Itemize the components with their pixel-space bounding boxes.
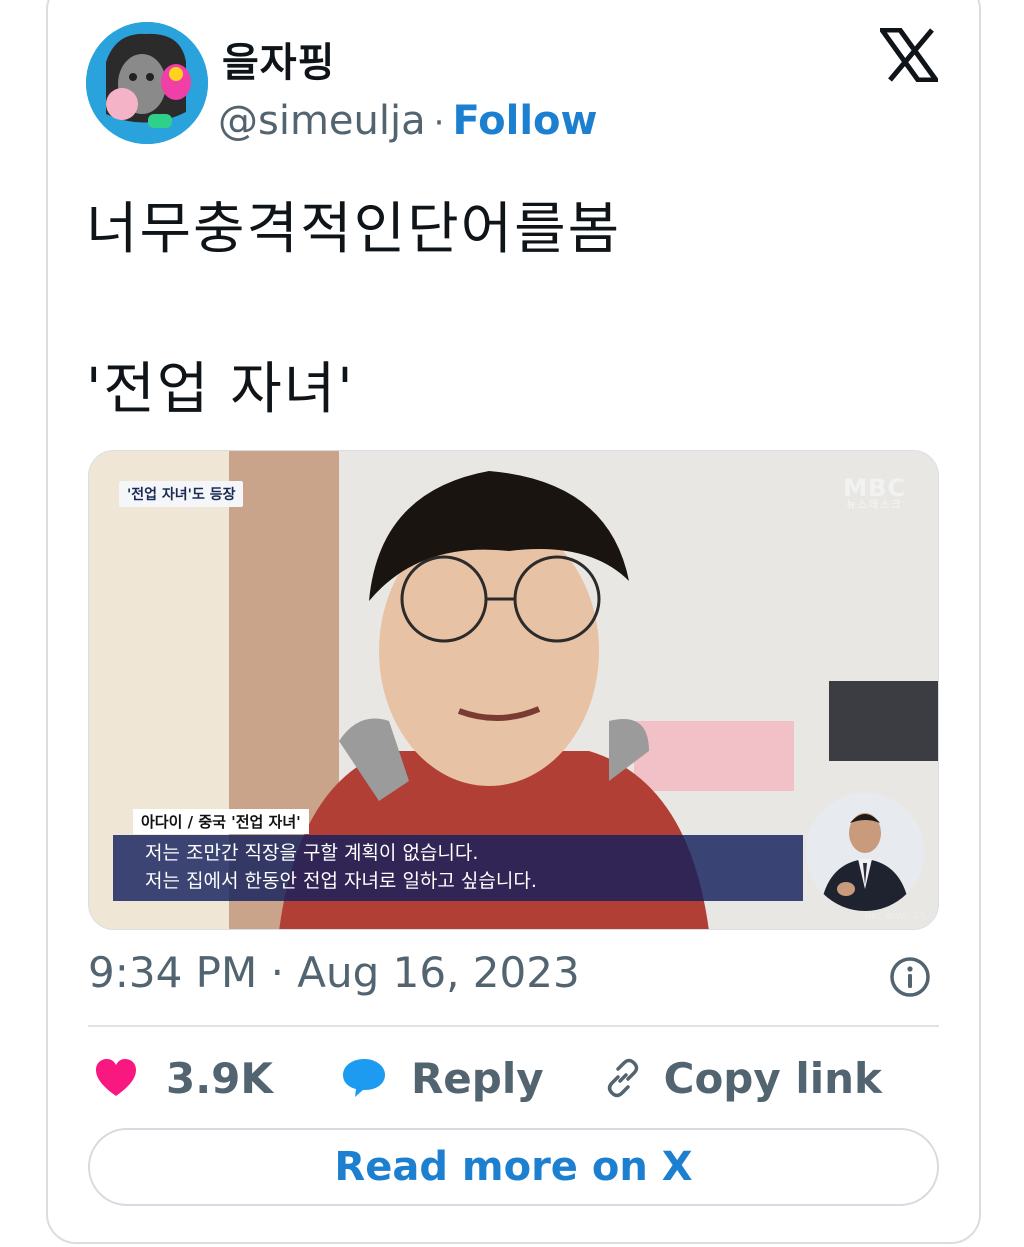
sign-language-interpreter-inset xyxy=(806,793,924,911)
copy-link-label: Copy link xyxy=(663,1053,882,1103)
caption-speaker-label: 아다이 / 중국 '전업 자녀' xyxy=(133,809,309,834)
divider xyxy=(88,1025,939,1027)
reply-bubble-icon xyxy=(342,1059,385,1097)
reply-label: Reply xyxy=(410,1053,544,1103)
handle-row: @simeulja · Follow xyxy=(218,98,597,144)
channel-logo: MBC 뉴스데스크 xyxy=(843,476,906,515)
like-count: 3.9K xyxy=(166,1053,273,1103)
tweet-media-image[interactable]: '전업 자녀'도 등장 MBC 뉴스데스크 아다이 / 중국 '전업 자녀' 저… xyxy=(88,450,939,930)
reply-button[interactable]: Reply xyxy=(341,1054,544,1103)
subtitle-line: 저는 집에서 한동안 전업 자녀로 일하고 싶습니다. xyxy=(145,870,537,892)
channel-logo-sub: 뉴스데스크 xyxy=(846,500,903,511)
tweet-timestamp[interactable]: 9:34 PM · Aug 16, 2023 xyxy=(88,948,580,997)
like-button[interactable]: 3.9K xyxy=(94,1054,273,1103)
heart-icon xyxy=(96,1059,136,1096)
read-more-button[interactable]: Read more on X xyxy=(88,1128,939,1206)
link-icon xyxy=(607,1058,638,1098)
video-top-tag: '전업 자녀'도 등장 xyxy=(119,481,244,507)
separator-dot: · xyxy=(433,103,445,143)
info-icon[interactable] xyxy=(888,955,932,999)
user-handle[interactable]: @simeulja xyxy=(218,98,426,144)
follow-button[interactable]: Follow xyxy=(452,98,597,144)
display-name[interactable]: 을자핑 xyxy=(222,30,335,88)
copy-link-button[interactable]: Copy link xyxy=(602,1054,882,1103)
tweet-text: 너무충격적인단어를봄 '전업 자녀' xyxy=(86,197,622,422)
subtitle-box: 저는 조만간 직장을 구할 계획이 없습니다. 저는 집에서 한동안 전업 자녀… xyxy=(113,835,803,901)
action-bar: 3.9K Reply Copy link xyxy=(94,1050,882,1106)
x-logo-icon[interactable] xyxy=(880,28,938,82)
subtitle-line: 저는 조만간 직장을 구할 계획이 없습니다. xyxy=(145,842,479,864)
corner-badge: MBC NEWS 구독 xyxy=(864,912,926,921)
avatar[interactable] xyxy=(86,22,208,144)
